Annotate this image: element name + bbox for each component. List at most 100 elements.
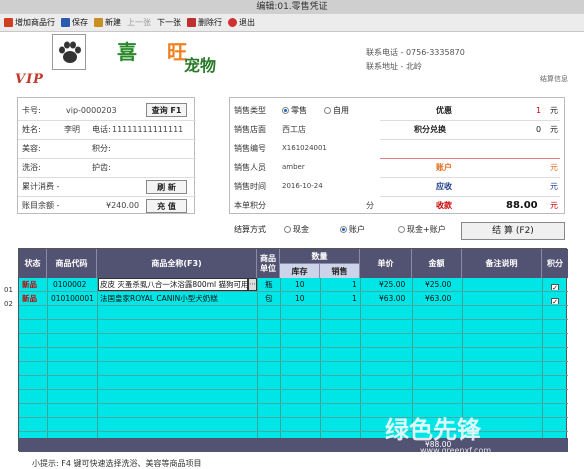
row-price[interactable]: ¥63.00 <box>379 292 405 306</box>
settle-cash-label: 现金 <box>293 225 309 234</box>
account-label: 账户 <box>436 161 452 172</box>
sale-number-value: X161024001 <box>282 144 327 152</box>
settle-cash-radio[interactable]: 现金 <box>284 224 309 235</box>
store-value: 西工店 <box>282 124 306 134</box>
watermark-text: 绿色先锋 <box>385 416 481 444</box>
table-row-empty[interactable] <box>19 376 568 390</box>
col-unit: 商品单位 <box>257 249 280 278</box>
table-row-empty[interactable] <box>19 348 568 362</box>
row-index: 02 <box>4 300 13 308</box>
new-button[interactable]: 新建 <box>94 17 121 28</box>
add-row-button[interactable]: 增加商品行 <box>4 17 55 28</box>
collected-unit: 元 <box>550 200 558 210</box>
row-unit: 瓶 <box>265 280 273 289</box>
account-unit: 元 <box>550 162 558 172</box>
settle-info-label: 结算信息 <box>540 75 568 83</box>
col-status: 状态 <box>19 249 47 278</box>
settle-method-label: 结算方式 <box>234 225 266 234</box>
card-label: 卡号: <box>22 105 41 115</box>
row-name[interactable]: 法国皇家ROYAL CANIN小型犬奶糕 <box>100 292 255 306</box>
table-row-empty[interactable] <box>19 418 568 432</box>
table-row-empty[interactable] <box>19 390 568 404</box>
cumulative-label: 累计消费 - <box>22 181 60 191</box>
row-sales[interactable]: 1 <box>352 292 357 306</box>
recharge-button[interactable]: 充 值 <box>146 199 187 213</box>
sale-type-self-radio[interactable]: 自用 <box>324 101 349 119</box>
paw-icon <box>59 41 81 63</box>
add-row-label: 增加商品行 <box>15 18 55 27</box>
sale-time-value: 2016-10-24 <box>282 182 323 190</box>
points-exchange-label: 积分兑换 <box>414 123 446 134</box>
name-value: 李明 <box>64 124 80 134</box>
table-row-empty[interactable] <box>19 404 568 418</box>
col-price: 单价 <box>360 249 412 278</box>
radio-icon <box>324 106 331 114</box>
points-checkbox[interactable]: ✓ <box>551 295 559 304</box>
table-row-empty[interactable] <box>19 362 568 376</box>
card-value: vip-0000203 <box>66 105 117 115</box>
sale-panel: 销售类型 零售 自用 销售店面 西工店 销售编号 X161024001 销售人员… <box>229 97 565 214</box>
name-label: 姓名: <box>22 124 41 134</box>
vip-label: VIP <box>15 71 44 87</box>
radio-icon <box>398 226 405 233</box>
points-checkbox[interactable]: ✓ <box>551 281 559 290</box>
wash-label: 洗浴: <box>22 162 41 172</box>
table-row-empty[interactable] <box>19 306 568 320</box>
radio-icon <box>340 226 347 233</box>
contact-address: 联系地址 - 北岭 <box>366 62 422 71</box>
radio-icon <box>284 226 291 233</box>
col-qty: 数量 <box>280 249 360 264</box>
table-row[interactable]: 新品 0100002 皮皮 灭蚤杀虱八合一沐浴露800ml 猫狗可用 ⋯ 瓶 1… <box>19 278 568 292</box>
row-sales[interactable]: 1 <box>352 278 357 292</box>
row-code: 0100002 <box>53 280 87 289</box>
delete-row-icon <box>187 18 196 27</box>
row-code: 010100001 <box>51 294 94 303</box>
order-points-label: 本单积分 <box>234 200 266 210</box>
sale-type-retail-radio[interactable]: 零售 <box>282 101 307 119</box>
new-document-icon <box>94 18 103 27</box>
settle-mixed-label: 现金+账户 <box>407 225 446 234</box>
check-icon: ✓ <box>551 298 559 304</box>
paw-logo <box>52 34 86 70</box>
save-button[interactable]: 保存 <box>61 17 88 28</box>
previous-label: 上一张 <box>127 18 151 27</box>
toolbar: 增加商品行 保存 新建 上一张 下一张 删除行 退出 <box>0 14 584 32</box>
delete-row-button[interactable]: 删除行 <box>187 17 222 28</box>
sale-time-label: 销售时间 <box>234 181 266 191</box>
row-price[interactable]: ¥25.00 <box>379 278 405 292</box>
ellipsis-icon[interactable]: ⋯ <box>248 278 257 291</box>
col-code: 商品代码 <box>47 249 97 278</box>
settle-mixed-radio[interactable]: 现金+账户 <box>398 224 446 235</box>
row-unit: 包 <box>265 294 273 303</box>
table-row-empty[interactable] <box>19 334 568 348</box>
new-label: 新建 <box>105 18 121 27</box>
brand-name-1: 喜 <box>117 40 137 64</box>
contact-phone: 联系电话 - 0756-3335870 <box>366 48 465 57</box>
check-icon: ✓ <box>551 284 559 290</box>
col-amount: 金额 <box>412 249 462 278</box>
receivable-unit: 元 <box>550 181 558 191</box>
radio-icon <box>282 106 289 114</box>
balance-label: 账目余额 - <box>22 200 60 210</box>
exit-icon <box>228 18 237 27</box>
previous-button[interactable]: 上一张 <box>127 17 151 28</box>
table-row[interactable]: 新品 010100001 法国皇家ROYAL CANIN小型犬奶糕 包 10 1… <box>19 292 568 306</box>
discount-unit: 元 <box>550 105 558 115</box>
settle-button[interactable]: 结 算 (F2) <box>461 222 565 240</box>
receivable-label: 应收 <box>436 180 452 191</box>
phone-value: 11111111111111 <box>112 124 184 134</box>
exit-button[interactable]: 退出 <box>228 17 255 28</box>
next-button[interactable]: 下一张 <box>157 17 181 28</box>
table-row-empty[interactable] <box>19 320 568 334</box>
vip-bar: VIP 结算信息 <box>15 71 568 87</box>
refresh-button[interactable]: 刷 新 <box>146 180 187 194</box>
query-button[interactable]: 查询 F1 <box>146 103 187 117</box>
sale-type-retail-label: 零售 <box>291 105 307 115</box>
care-label: 护齿: <box>92 162 111 172</box>
save-icon <box>61 18 70 27</box>
settle-account-radio[interactable]: 账户 <box>340 224 365 235</box>
phone-label: 电话: <box>92 124 111 134</box>
watermark-url: www.greenxf.com <box>420 446 492 455</box>
row-name-input[interactable]: 皮皮 灭蚤杀虱八合一沐浴露800ml 猫狗可用 <box>98 278 248 291</box>
staff-value: amber <box>282 163 305 171</box>
